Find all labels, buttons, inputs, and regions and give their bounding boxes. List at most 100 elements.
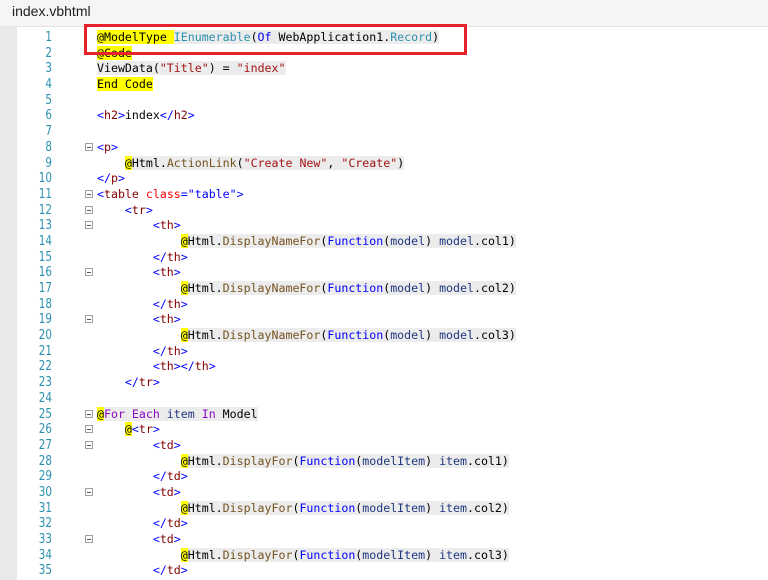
code-token: Html. <box>187 328 223 343</box>
code-line[interactable]: 16 <th> <box>0 265 768 281</box>
code-token: Html. <box>187 281 223 295</box>
code-token: ) <box>425 500 440 515</box>
collapse-icon[interactable] <box>85 205 93 214</box>
code-line[interactable]: 21 </th> <box>0 344 768 360</box>
line-number: 24 <box>38 390 52 406</box>
document-tab-title[interactable]: index.vbhtml <box>12 3 91 19</box>
collapse-icon[interactable] <box>85 409 93 418</box>
code-token: < <box>152 484 160 499</box>
code-token: .col2) <box>473 281 516 295</box>
code-line[interactable]: 13 <th> <box>0 218 768 234</box>
code-token: ViewData( <box>97 61 160 76</box>
collapse-icon[interactable] <box>85 221 93 230</box>
code-line[interactable]: 5 <box>0 93 768 109</box>
code-token: > <box>152 375 160 390</box>
code-line[interactable]: 9 @Html.ActionLink("Create New", "Create… <box>0 155 768 172</box>
code-line[interactable]: 33 <td> <box>0 532 768 548</box>
code-line[interactable]: 23 </tr> <box>0 375 768 391</box>
code-token: tr <box>138 422 153 437</box>
code-line[interactable]: 18 </th> <box>0 297 768 313</box>
code-line[interactable]: 27 <td> <box>0 438 768 454</box>
code-content: @Html.DisplayFor(Function(modelItem) ite… <box>180 547 509 562</box>
code-line[interactable]: 10 </p> <box>0 171 768 187</box>
code-content: </td> <box>153 563 188 577</box>
code-line[interactable]: 31 @Html.DisplayFor(Function(modelItem) … <box>0 500 768 517</box>
code-content: End Code <box>97 77 153 92</box>
code-token: ActionLink <box>166 155 237 170</box>
collapse-icon[interactable] <box>85 425 93 434</box>
code-line[interactable]: 30 <td> <box>0 485 768 501</box>
code-line[interactable]: 15 </th> <box>0 250 768 266</box>
collapse-icon[interactable] <box>85 535 93 543</box>
code-text: <th> <box>97 312 181 328</box>
collapse-icon[interactable] <box>85 487 93 496</box>
code-token: DisplayNameFor <box>222 233 321 248</box>
code-content: </th> <box>153 297 188 311</box>
code-token: h2 <box>103 108 118 123</box>
code-content: <th></th> <box>153 359 216 373</box>
code-token: > <box>173 484 181 499</box>
code-token: Html. <box>187 500 223 515</box>
collapse-icon[interactable] <box>85 268 93 277</box>
code-text: </th> <box>97 297 188 313</box>
code-token: < <box>97 139 104 154</box>
code-token: > <box>173 218 181 233</box>
collapse-icon[interactable] <box>85 189 93 198</box>
code-token: > <box>180 296 188 311</box>
line-number: 29 <box>38 469 52 485</box>
code-token: .col3) <box>473 328 516 343</box>
code-token: </ <box>152 296 167 311</box>
code-text: @<tr> <box>97 422 160 438</box>
code-token: "Title" <box>159 61 209 76</box>
code-token: model <box>439 328 474 343</box>
code-line[interactable]: 12 <tr> <box>0 203 768 219</box>
code-line[interactable]: 17 @Html.DisplayNameFor(Function(model) … <box>0 281 768 297</box>
code-line[interactable]: 8 <p> <box>0 140 768 156</box>
code-line[interactable]: 3 ViewData("Title") = "index" <box>0 61 768 77</box>
code-token: model <box>390 328 426 343</box>
code-text: </p> <box>97 171 125 187</box>
code-line[interactable]: 26 @<tr> <box>0 422 768 438</box>
collapse-icon[interactable] <box>85 142 93 151</box>
code-line[interactable]: 22 <th></th> <box>0 359 768 375</box>
code-editor[interactable]: 1 @ModelType IEnumerable(Of WebApplicatio… <box>0 30 768 579</box>
collapse-icon[interactable] <box>85 440 93 449</box>
code-line[interactable]: 14 @Html.DisplayNameFor(Function(model) … <box>0 233 768 250</box>
code-text: </th> <box>97 250 188 266</box>
code-token: modelItem <box>362 453 426 468</box>
code-line[interactable]: 35 </td> <box>0 563 768 579</box>
line-number: 9 <box>45 155 52 171</box>
code-token: </ <box>152 343 167 358</box>
collapse-icon[interactable] <box>85 315 93 324</box>
code-line[interactable]: 20 @Html.DisplayNameFor(Function(model) … <box>0 328 768 344</box>
code-line[interactable]: 6 <h2>index</h2> <box>0 108 768 124</box>
code-line[interactable]: 24 <box>0 391 768 407</box>
code-line[interactable]: 25 @For Each item In Model <box>0 406 768 423</box>
code-token: model <box>390 233 426 248</box>
line-number: 18 <box>38 296 52 312</box>
code-line[interactable]: 29 </td> <box>0 469 768 485</box>
code-token: < <box>152 359 160 374</box>
code-text: <table class="table"> <box>97 187 244 203</box>
code-line[interactable]: 32 </td> <box>0 516 768 532</box>
code-token: Function <box>327 233 384 248</box>
code-line[interactable]: 28 @Html.DisplayFor(Function(modelItem) … <box>0 453 768 470</box>
code-content: <td> <box>153 485 181 499</box>
code-content: @Html.DisplayNameFor(Function(model) mod… <box>180 233 516 248</box>
code-line[interactable]: 4 End Code <box>0 77 768 93</box>
code-line[interactable]: 7 <box>0 124 768 140</box>
code-line[interactable]: 34 @Html.DisplayFor(Function(modelItem) … <box>0 547 768 564</box>
code-token: .col1) <box>473 233 516 248</box>
line-number: 35 <box>38 563 52 579</box>
annotation-highlight-box <box>84 24 467 55</box>
code-line[interactable]: 11 <table class="table"> <box>0 187 768 203</box>
line-number: 19 <box>38 312 52 328</box>
code-token: @ <box>180 233 188 248</box>
code-token: th <box>159 359 174 374</box>
code-line[interactable]: 19 <th> <box>0 312 768 328</box>
